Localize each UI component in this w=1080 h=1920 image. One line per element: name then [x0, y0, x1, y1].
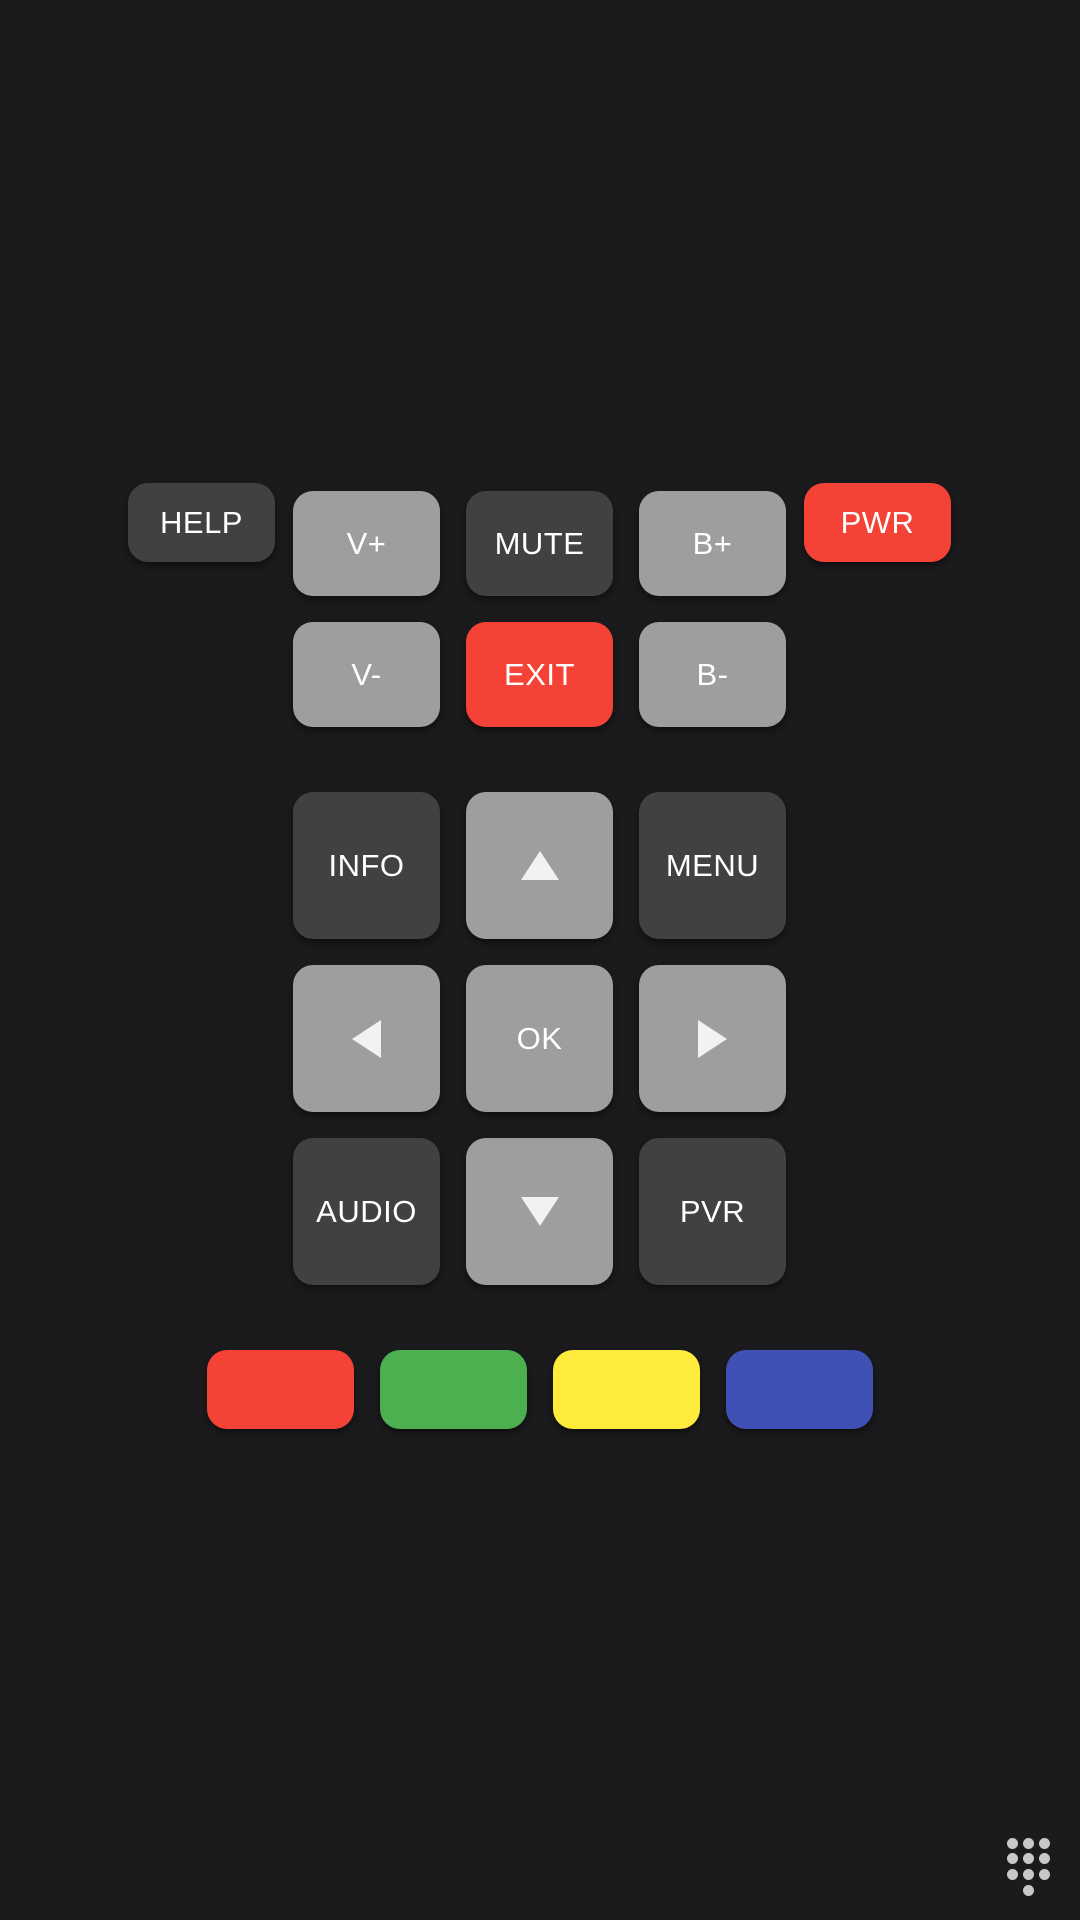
keypad-dot — [1039, 1853, 1050, 1864]
keypad-dot — [1039, 1869, 1050, 1880]
pvr-button[interactable]: PVR — [639, 1138, 786, 1285]
exit-label: EXIT — [504, 656, 575, 692]
power-label: PWR — [840, 504, 915, 540]
brightness-up-button[interactable]: B+ — [639, 491, 786, 596]
mute-button[interactable]: MUTE — [466, 491, 613, 596]
menu-button[interactable]: MENU — [639, 792, 786, 939]
keypad-dot — [1023, 1869, 1034, 1880]
keypad-dot — [1007, 1838, 1018, 1849]
ok-button[interactable]: OK — [466, 965, 613, 1112]
right-button[interactable] — [639, 965, 786, 1112]
info-label: INFO — [328, 847, 405, 883]
keypad-icon[interactable] — [1004, 1837, 1052, 1899]
pvr-label: PVR — [679, 1193, 746, 1229]
power-button[interactable]: PWR — [804, 483, 951, 562]
ok-label: OK — [516, 1020, 563, 1056]
volume-up-label: V+ — [346, 525, 387, 561]
audio-button[interactable]: AUDIO — [293, 1138, 440, 1285]
info-button[interactable]: INFO — [293, 792, 440, 939]
up-button[interactable] — [466, 792, 613, 939]
audio-label: AUDIO — [316, 1193, 417, 1229]
keypad-dot — [1039, 1838, 1050, 1849]
arrow-left-icon — [352, 1019, 381, 1058]
mute-label: MUTE — [494, 525, 585, 561]
brightness-up-label: B+ — [692, 525, 733, 561]
blue-color-button[interactable] — [726, 1350, 873, 1429]
keypad-dot — [1023, 1838, 1034, 1849]
yellow-color-button[interactable] — [553, 1350, 700, 1429]
keypad-dot — [1023, 1853, 1034, 1864]
keypad-dot — [1007, 1869, 1018, 1880]
help-button[interactable]: HELP — [128, 483, 275, 562]
green-color-button[interactable] — [380, 1350, 527, 1429]
arrow-down-icon — [520, 1197, 559, 1226]
arrow-up-icon — [520, 851, 559, 880]
red-color-button[interactable] — [207, 1350, 354, 1429]
menu-label: MENU — [665, 847, 760, 883]
arrow-right-icon — [698, 1019, 727, 1058]
exit-button[interactable]: EXIT — [466, 622, 613, 727]
left-button[interactable] — [293, 965, 440, 1112]
help-label: HELP — [160, 504, 243, 540]
down-button[interactable] — [466, 1138, 613, 1285]
volume-down-button[interactable]: V- — [293, 622, 440, 727]
volume-up-button[interactable]: V+ — [293, 491, 440, 596]
keypad-dot — [1007, 1853, 1018, 1864]
volume-down-label: V- — [351, 656, 382, 692]
brightness-down-button[interactable]: B- — [639, 622, 786, 727]
keypad-dot — [1023, 1885, 1034, 1896]
brightness-down-label: B- — [696, 656, 729, 692]
